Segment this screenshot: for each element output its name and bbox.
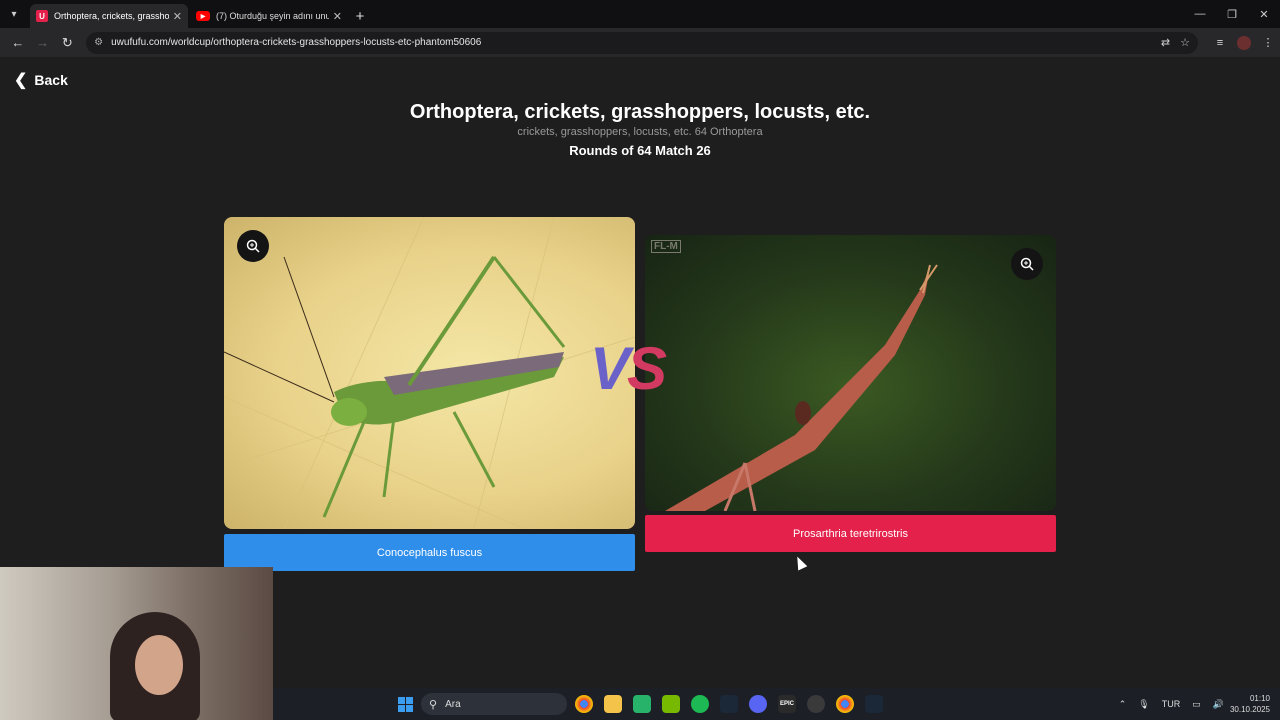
left-choice-button[interactable]: Conocephalus fuscus (224, 534, 635, 571)
url-text[interactable]: uwufufu.com/worldcup/orthoptera-crickets… (111, 37, 1151, 48)
clock-date: 30.10.2025 (1229, 705, 1270, 714)
back-arrow-icon[interactable]: ← (6, 31, 30, 55)
search-placeholder: Ara (445, 698, 461, 710)
bookmark-star-icon[interactable]: ☆ (1180, 36, 1190, 49)
obs-icon[interactable] (807, 695, 825, 713)
clock-time: 01:10 (1249, 694, 1270, 703)
epic-games-icon[interactable]: EPIC (778, 695, 796, 713)
versus-label: VS (590, 334, 667, 403)
windows-start-icon[interactable] (396, 695, 414, 713)
back-link[interactable]: ❮ Back (14, 70, 68, 90)
profile-avatar[interactable] (1237, 35, 1252, 50)
system-tray: ⌃ 🎙 TUR ▭ 🔊 01:10 30.10.2025 (1113, 688, 1280, 720)
back-label: Back (34, 72, 68, 88)
page-title: Orthoptera, crickets, grasshoppers, locu… (409, 101, 871, 123)
close-window-icon[interactable]: ✕ (1248, 0, 1280, 28)
steam-secondary-icon[interactable] (865, 695, 883, 713)
tab-search-chevron-icon[interactable]: ▾ (0, 0, 28, 28)
vs-letter-s: S (627, 335, 667, 402)
address-bar[interactable]: ⚙ uwufufu.com/worldcup/orthoptera-cricke… (86, 31, 1199, 54)
windows-taskbar: ⚲ Ara EPIC ⌃ 🎙 TUR ▭ 🔊 01:10 30.10.2025 (273, 688, 1280, 720)
tab-orthoptera[interactable]: U Orthoptera, crickets, grasshopp ✕ (30, 4, 188, 28)
microphone-icon[interactable]: 🎙 (1138, 699, 1149, 710)
spotify-icon[interactable] (691, 695, 709, 713)
chevron-up-icon[interactable]: ⌃ (1119, 699, 1127, 710)
stick-grasshopper-illustration (665, 264, 938, 511)
image-watermark: FL-M (651, 240, 681, 253)
minimize-icon[interactable]: — (1184, 0, 1216, 28)
zoom-in-icon[interactable] (237, 230, 269, 262)
chevron-left-icon: ❮ (14, 72, 28, 89)
tab-close-icon[interactable]: ✕ (333, 10, 342, 23)
page-description: crickets, grasshoppers, locusts, etc. 64… (517, 126, 763, 138)
youtube-icon: ▶ (196, 11, 210, 21)
file-explorer-icon[interactable] (604, 695, 622, 713)
language-indicator[interactable]: TUR (1162, 699, 1181, 709)
right-choice-image[interactable]: FL-M (645, 235, 1056, 511)
menu-kebab-icon[interactable]: ⋮ (1256, 31, 1280, 55)
reload-icon[interactable]: ↻ (55, 31, 79, 55)
network-icon[interactable]: ▭ (1192, 699, 1201, 710)
translate-icon[interactable]: ⇄ (1161, 36, 1170, 49)
chrome-active-icon[interactable] (836, 695, 854, 713)
tab-youtube[interactable]: ▶ (7) Oturduğu şeyin adını unutan ✕ (190, 4, 348, 28)
katydid-illustration (224, 217, 635, 529)
tab-close-icon[interactable]: ✕ (173, 10, 182, 23)
search-icon: ⚲ (429, 698, 438, 711)
restore-icon[interactable]: ❐ (1216, 0, 1248, 28)
forward-arrow-icon[interactable]: → (31, 31, 55, 55)
steam-icon[interactable] (720, 695, 738, 713)
green-app-icon[interactable] (633, 695, 651, 713)
tab-title: (7) Oturduğu şeyin adını unutan (216, 11, 329, 21)
right-choice-button[interactable]: Prosarthria teretrirostris (645, 515, 1056, 552)
browser-toolbar: ← → ↻ ⚙ uwufufu.com/worldcup/orthoptera-… (0, 28, 1280, 57)
round-indicator: Rounds of 64 Match 26 (569, 143, 711, 158)
nvidia-icon[interactable] (662, 695, 680, 713)
zoom-in-icon[interactable] (1011, 248, 1043, 280)
taskbar-search[interactable]: ⚲ Ara (421, 693, 567, 715)
left-choice-image[interactable] (224, 217, 635, 529)
uwufufu-favicon: U (36, 10, 48, 22)
vs-letter-v: V (590, 335, 630, 402)
site-info-icon[interactable]: ⚙ (94, 37, 103, 48)
new-tab-button[interactable]: + (348, 4, 372, 28)
streamer-face (135, 635, 183, 695)
reading-list-icon[interactable]: ≡ (1208, 31, 1232, 55)
webcam-overlay (0, 567, 273, 720)
chrome-icon[interactable] (575, 695, 593, 713)
discord-icon[interactable] (749, 695, 767, 713)
mouse-cursor-icon (792, 554, 808, 571)
tab-title: Orthoptera, crickets, grasshopp (54, 11, 169, 21)
volume-icon[interactable]: 🔊 (1213, 699, 1224, 710)
tab-strip: ▾ U Orthoptera, crickets, grasshopp ✕ ▶ … (0, 0, 1280, 28)
window-controls: — ❐ ✕ (1184, 0, 1280, 28)
clock[interactable]: 01:10 30.10.2025 (1230, 693, 1270, 715)
